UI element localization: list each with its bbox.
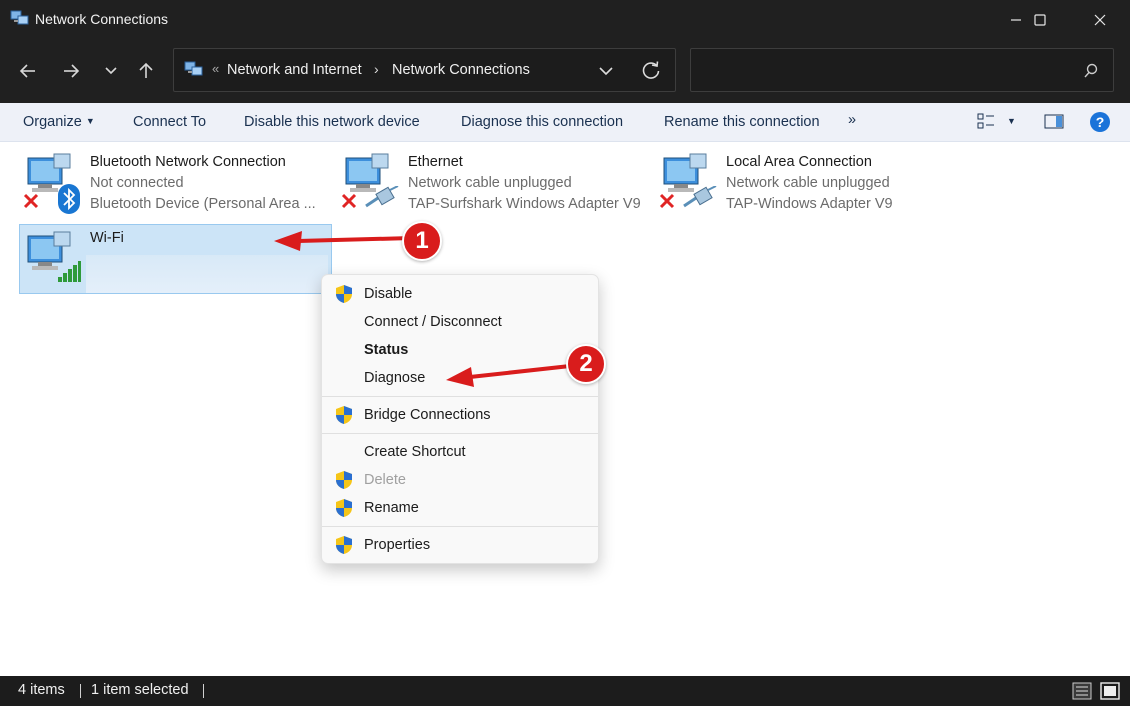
- refresh-icon[interactable]: [640, 60, 662, 82]
- window-title: Network Connections: [35, 11, 169, 27]
- uac-shield-icon: [336, 406, 352, 424]
- context-menu: Disable Connect / Disconnect Status Diag…: [321, 274, 599, 564]
- connection-local-area[interactable]: Local Area Connection Network cable unpl…: [656, 142, 966, 212]
- network-cable-icon: [365, 186, 399, 208]
- recent-locations-button[interactable]: [96, 56, 126, 86]
- menu-separator: [322, 396, 598, 397]
- bluetooth-icon: [58, 184, 80, 214]
- connection-status: Not connected: [90, 175, 184, 191]
- menu-item-label: Diagnose: [364, 370, 426, 386]
- uac-shield-icon: [336, 471, 352, 489]
- menu-separator: [322, 433, 598, 434]
- search-box[interactable]: [690, 48, 1114, 92]
- organize-menu[interactable]: Organize ▼: [23, 114, 95, 130]
- svg-text:?: ?: [1096, 114, 1105, 130]
- disable-device-button[interactable]: Disable this network device: [244, 114, 420, 130]
- close-icon: [1094, 14, 1106, 26]
- menu-item-create-shortcut[interactable]: Create Shortcut: [322, 438, 598, 466]
- chevron-down-icon: [105, 67, 117, 75]
- status-divider: [80, 684, 81, 698]
- connect-to-button[interactable]: Connect To: [133, 114, 206, 130]
- arrow-right-icon: [64, 64, 80, 78]
- status-bar: 4 items 1 item selected: [0, 676, 1130, 706]
- error-x-icon: [23, 193, 39, 209]
- menu-item-diagnose[interactable]: Diagnose: [322, 364, 598, 392]
- maximize-button[interactable]: [1017, 0, 1063, 40]
- menu-item-label: Properties: [364, 537, 431, 553]
- navigation-bar: « Network and Internet › Network Connect…: [0, 40, 1130, 103]
- help-icon[interactable]: ?: [1089, 111, 1111, 133]
- uac-shield-icon: [336, 285, 352, 303]
- connection-status: Network cable unplugged: [408, 175, 572, 191]
- connection-name: Bluetooth Network Connection: [90, 154, 286, 170]
- redacted-network-info: [86, 255, 328, 293]
- organize-label: Organize: [23, 114, 82, 130]
- menu-item-status[interactable]: Status: [322, 336, 598, 364]
- arrow-left-icon: [19, 64, 35, 78]
- maximize-icon: [1034, 14, 1046, 26]
- error-x-icon: [341, 193, 357, 209]
- address-bar[interactable]: « Network and Internet › Network Connect…: [173, 48, 676, 92]
- back-button[interactable]: [13, 56, 43, 86]
- connection-name: Ethernet: [408, 154, 463, 170]
- menu-item-label: Rename: [364, 500, 419, 516]
- item-count: 4 items: [18, 682, 65, 698]
- menu-item-disable[interactable]: Disable: [322, 280, 598, 308]
- arrow-up-icon: [139, 62, 153, 78]
- preview-pane-icon[interactable]: [1044, 112, 1064, 132]
- menu-item-rename[interactable]: Rename: [322, 494, 598, 522]
- menu-item-connect-disconnect[interactable]: Connect / Disconnect: [322, 308, 598, 336]
- wifi-signal-icon: [58, 261, 81, 282]
- selection-count: 1 item selected: [91, 682, 189, 698]
- forward-button[interactable]: [56, 56, 86, 86]
- connection-wifi[interactable]: Wi-Fi: [19, 224, 332, 294]
- connection-ethernet[interactable]: Ethernet Network cable unplugged TAP-Sur…: [338, 142, 648, 212]
- search-icon[interactable]: [1083, 63, 1099, 79]
- menu-separator: [322, 526, 598, 527]
- search-input[interactable]: [701, 59, 1071, 81]
- connection-status: Network cable unplugged: [726, 175, 890, 191]
- chevron-down-icon[interactable]: [594, 62, 618, 80]
- menu-item-label: Delete: [364, 472, 406, 488]
- close-button[interactable]: [1077, 0, 1123, 40]
- connection-device: Bluetooth Device (Personal Area ...: [90, 196, 316, 212]
- menu-item-properties[interactable]: Properties: [322, 531, 598, 559]
- breadcrumb-separator[interactable]: ›: [374, 61, 379, 77]
- menu-item-delete: Delete: [322, 466, 598, 494]
- menu-item-label: Status: [364, 342, 409, 358]
- menu-item-bridge-connections[interactable]: Bridge Connections: [322, 401, 598, 429]
- more-commands-button[interactable]: »: [848, 112, 856, 128]
- network-cable-icon: [683, 186, 717, 208]
- connection-name: Wi-Fi: [90, 230, 124, 246]
- diagnose-connection-button[interactable]: Diagnose this connection: [461, 114, 623, 130]
- connection-device: TAP-Surfshark Windows Adapter V9: [408, 196, 641, 212]
- menu-item-label: Bridge Connections: [364, 407, 491, 423]
- network-connections-icon: [184, 61, 203, 76]
- rename-connection-button[interactable]: Rename this connection: [664, 114, 820, 130]
- network-connections-icon: [10, 10, 29, 25]
- status-divider: [203, 684, 204, 698]
- overflow-chevron[interactable]: «: [212, 61, 219, 76]
- command-bar: Organize ▼ Connect To Disable this networ…: [0, 103, 1130, 142]
- change-view-icon[interactable]: [977, 112, 995, 132]
- uac-shield-icon: [336, 536, 352, 554]
- menu-item-label: Create Shortcut: [364, 444, 466, 460]
- uac-shield-icon: [336, 499, 352, 517]
- breadcrumb-network-and-internet[interactable]: Network and Internet: [227, 62, 362, 78]
- connection-name: Local Area Connection: [726, 154, 872, 170]
- step-badge-2: 2: [566, 344, 606, 384]
- title-bar: Network Connections: [0, 0, 1130, 40]
- menu-item-label: Connect / Disconnect: [364, 314, 502, 330]
- caret-down-icon: ▼: [85, 116, 95, 126]
- step-badge-1: 1: [402, 221, 442, 261]
- connection-device: TAP-Windows Adapter V9: [726, 196, 893, 212]
- large-icons-view-icon[interactable]: [1100, 681, 1120, 701]
- connection-bluetooth[interactable]: Bluetooth Network Connection Not connect…: [20, 142, 330, 214]
- menu-item-label: Disable: [364, 286, 413, 302]
- view-options-caret-icon[interactable]: ▼: [1007, 116, 1016, 126]
- breadcrumb-network-connections[interactable]: Network Connections: [392, 62, 530, 78]
- up-button[interactable]: [131, 56, 161, 86]
- error-x-icon: [659, 193, 675, 209]
- details-view-icon[interactable]: [1072, 681, 1092, 701]
